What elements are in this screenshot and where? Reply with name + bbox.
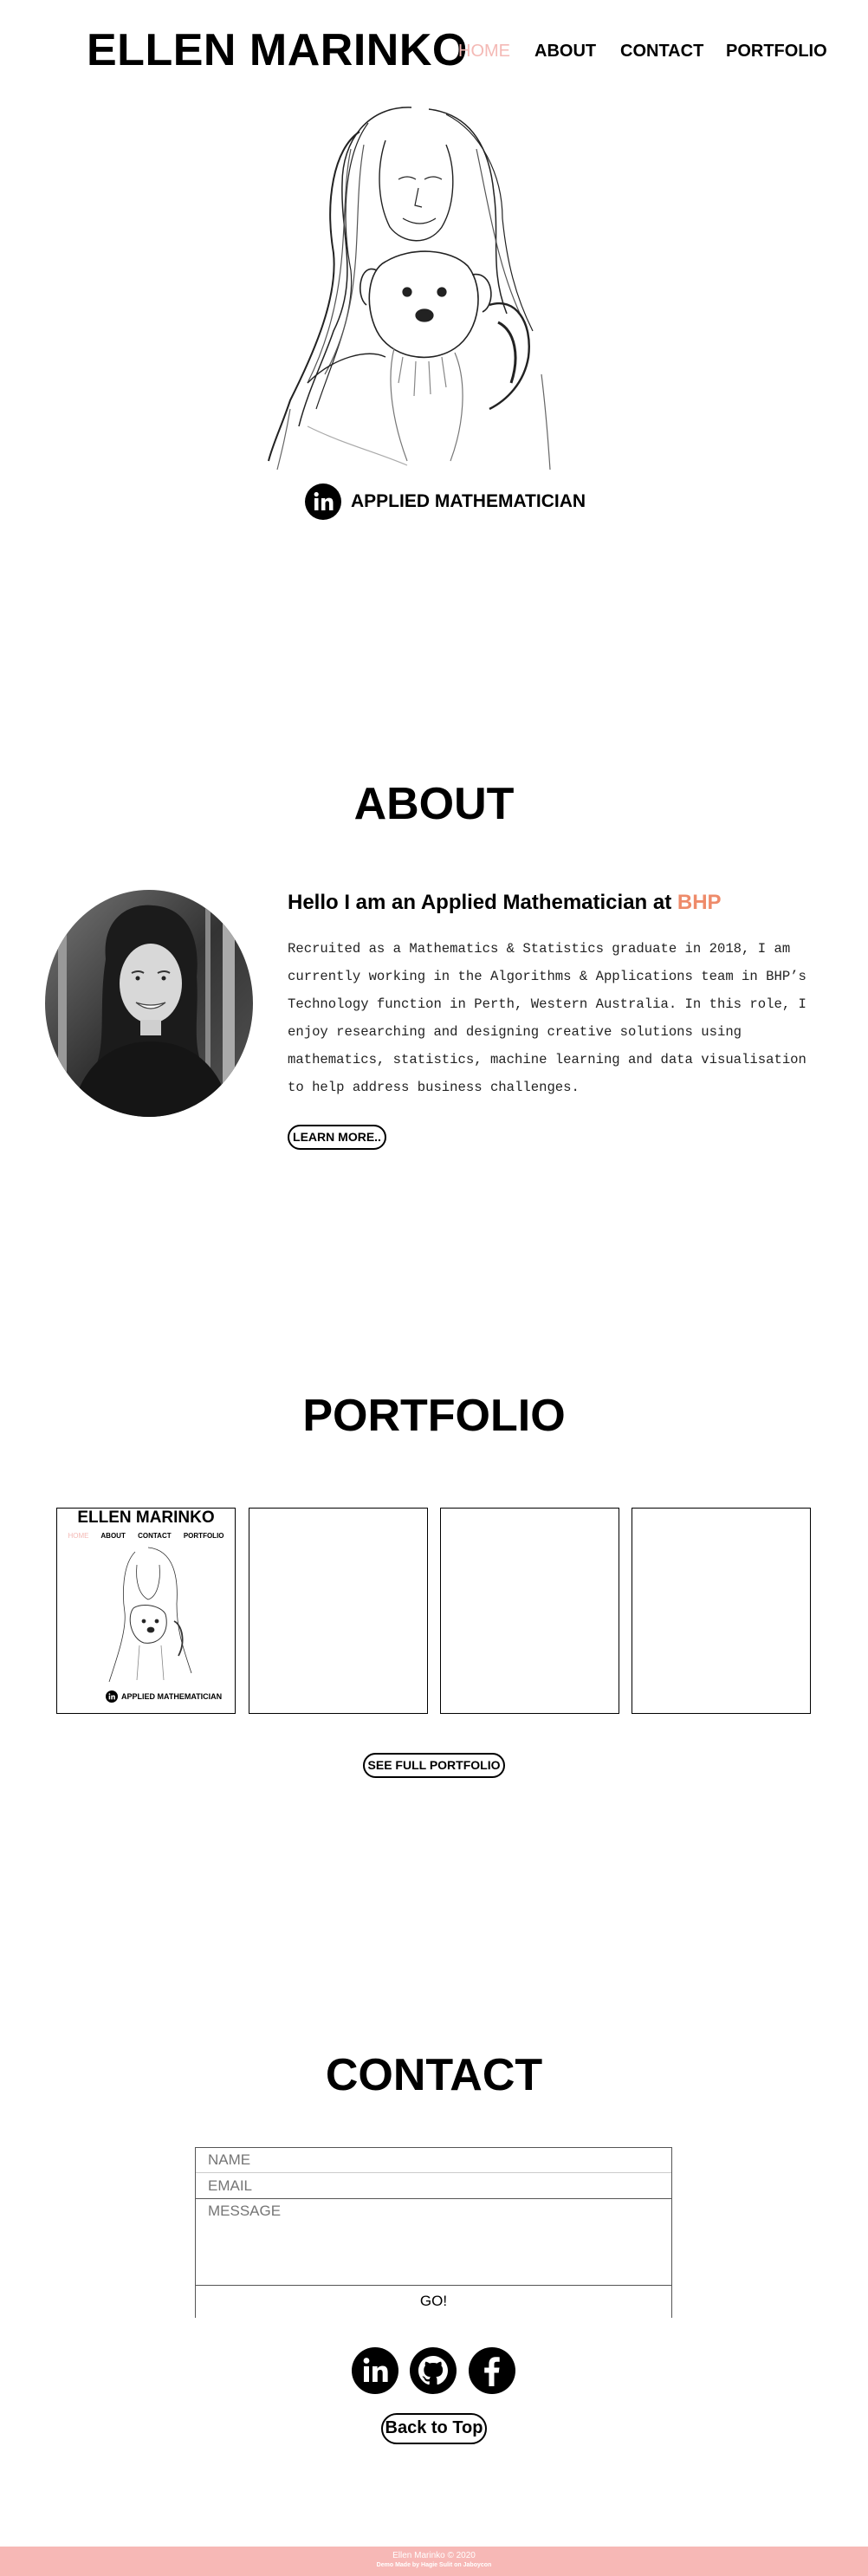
portfolio-preview-linkedin-icon — [106, 1690, 118, 1703]
nav-home[interactable]: HOME — [458, 42, 510, 62]
hero-portrait-sketch — [268, 107, 551, 470]
portfolio-preview-title: ELLEN MARINKO — [77, 1509, 215, 1527]
about-greeting: Hello I am an Applied Mathematician at B… — [288, 891, 722, 915]
footer-credit: Demo Made by Hagie Sulit on Jaboycon — [376, 2562, 492, 2568]
portfolio-preview-sketch — [108, 1547, 192, 1683]
preview-nav-contact: CONTACT — [138, 1532, 172, 1540]
hero-subtitle: APPLIED MATHEMATICIAN — [351, 491, 586, 511]
back-to-top-button[interactable]: Back to Top — [381, 2413, 487, 2444]
email-field[interactable] — [196, 2173, 671, 2199]
see-full-portfolio-button[interactable]: SEE FULL PORTFOLIO — [363, 1753, 505, 1778]
portfolio-item-3[interactable] — [440, 1508, 619, 1714]
footer-copyright: Ellen Marinko © 2020 — [392, 2551, 476, 2560]
name-field[interactable] — [196, 2148, 671, 2173]
about-company: BHP — [677, 891, 722, 914]
linkedin-icon[interactable] — [351, 2346, 399, 2395]
github-icon[interactable] — [409, 2346, 457, 2395]
portfolio-heading: PORTFOLIO — [302, 1391, 566, 1441]
about-greeting-text: Hello I am an Applied Mathematician at — [288, 891, 677, 914]
facebook-icon[interactable] — [468, 2346, 516, 2395]
message-field[interactable] — [196, 2199, 671, 2286]
submit-button[interactable]: GO! — [196, 2286, 671, 2317]
nav-portfolio[interactable]: PORTFOLIO — [726, 42, 827, 62]
contact-form: GO! — [195, 2147, 672, 2318]
portfolio-preview-subtitle: APPLIED MATHEMATICIAN — [121, 1692, 223, 1701]
contact-heading: CONTACT — [325, 2050, 543, 2100]
portfolio-item-1[interactable]: ELLEN MARINKO HOME ABOUT CONTACT PORTFOL… — [56, 1508, 236, 1714]
portfolio-item-2[interactable] — [249, 1508, 428, 1714]
footer: Ellen Marinko © 2020 Demo Made by Hagie … — [0, 2547, 868, 2576]
main-nav: HOME ABOUT CONTACT PORTFOLIO — [0, 42, 868, 68]
about-profile-photo — [45, 890, 253, 1117]
linkedin-icon[interactable] — [305, 483, 341, 520]
preview-nav-about: ABOUT — [100, 1532, 126, 1540]
portfolio-preview-nav: HOME ABOUT CONTACT PORTFOLIO — [57, 1532, 235, 1540]
about-body-text: Recruited as a Mathematics & Statistics … — [288, 941, 806, 1095]
preview-nav-portfolio: PORTFOLIO — [183, 1532, 224, 1540]
preview-nav-home: HOME — [68, 1532, 89, 1540]
about-heading: ABOUT — [353, 779, 515, 829]
nav-about[interactable]: ABOUT — [534, 42, 596, 62]
nav-contact[interactable]: CONTACT — [620, 42, 703, 62]
learn-more-button[interactable]: LEARN MORE.. — [288, 1125, 386, 1150]
portfolio-item-4[interactable] — [632, 1508, 811, 1714]
